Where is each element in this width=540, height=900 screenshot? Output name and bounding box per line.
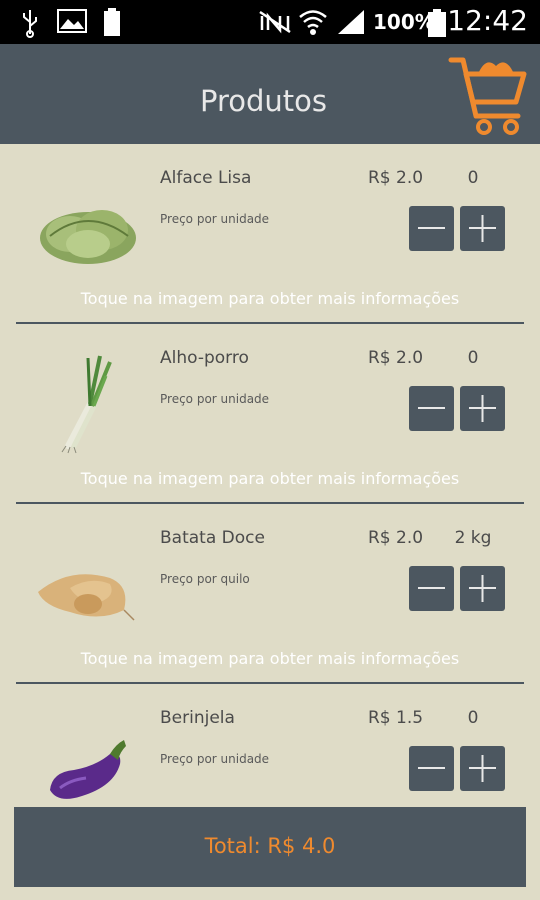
minus-icon <box>418 227 445 229</box>
product-price: R$ 2.0 <box>368 348 424 368</box>
product-item: Batata Doce Preço por quilo R$ 2.0 2 kg … <box>0 504 540 684</box>
decrease-button[interactable] <box>409 566 454 611</box>
product-unit: Preço por quilo <box>160 572 250 586</box>
app-bar: Produtos <box>0 44 540 144</box>
product-unit: Preço por unidade <box>160 392 270 406</box>
product-price: R$ 1.5 <box>368 708 424 728</box>
product-item: Alface Lisa Preço por unidade R$ 2.0 0 T… <box>0 144 540 324</box>
product-price: R$ 2.0 <box>368 528 424 548</box>
plus-icon <box>469 215 496 242</box>
increase-button[interactable] <box>460 746 505 791</box>
plus-icon <box>469 575 496 602</box>
product-quantity: 0 <box>467 348 479 368</box>
total-label: Total: R$ 4.0 <box>204 834 336 858</box>
clock: 12:42 <box>447 4 528 37</box>
minus-icon <box>418 407 445 409</box>
plus-icon <box>469 755 496 782</box>
lettuce-image[interactable] <box>30 166 145 276</box>
product-unit: Preço por unidade <box>160 212 270 226</box>
leek-image[interactable] <box>30 346 145 456</box>
plus-icon <box>469 395 496 422</box>
product-name: Alface Lisa <box>160 168 252 188</box>
battery-icon <box>428 9 446 37</box>
product-name: Berinjela <box>160 708 235 728</box>
info-hint: Toque na imagem para obter mais informaç… <box>80 649 460 668</box>
product-item: Alho-porro Preço por unidade R$ 2.0 0 To… <box>0 324 540 504</box>
eggplant-image[interactable] <box>30 706 145 816</box>
product-unit: Preço por unidade <box>160 752 270 766</box>
decrease-button[interactable] <box>409 206 454 251</box>
sweet-potato-image[interactable] <box>30 526 145 636</box>
signal-icon <box>338 10 364 34</box>
product-name: Alho-porro <box>160 348 249 368</box>
battery-percent: 100% <box>373 10 435 34</box>
wifi-icon <box>299 10 327 35</box>
nfc-icon <box>259 10 291 34</box>
gallery-icon <box>57 9 87 33</box>
product-quantity: 0 <box>467 168 479 188</box>
increase-button[interactable] <box>460 386 505 431</box>
shopping-cart-icon[interactable] <box>448 54 528 136</box>
product-quantity: 0 <box>467 708 479 728</box>
decrease-button[interactable] <box>409 746 454 791</box>
decrease-button[interactable] <box>409 386 454 431</box>
usb-icon <box>23 10 37 38</box>
status-bar: 100% 12:42 <box>0 0 540 44</box>
info-hint: Toque na imagem para obter mais informaç… <box>80 289 460 308</box>
minus-icon <box>418 587 445 589</box>
increase-button[interactable] <box>460 566 505 611</box>
minus-icon <box>418 767 445 769</box>
battery-saver-icon <box>104 8 120 36</box>
total-bar[interactable]: Total: R$ 4.0 <box>14 807 526 887</box>
product-price: R$ 2.0 <box>368 168 424 188</box>
increase-button[interactable] <box>460 206 505 251</box>
product-quantity: 2 kg <box>454 528 492 548</box>
product-name: Batata Doce <box>160 528 265 548</box>
info-hint: Toque na imagem para obter mais informaç… <box>80 469 460 488</box>
